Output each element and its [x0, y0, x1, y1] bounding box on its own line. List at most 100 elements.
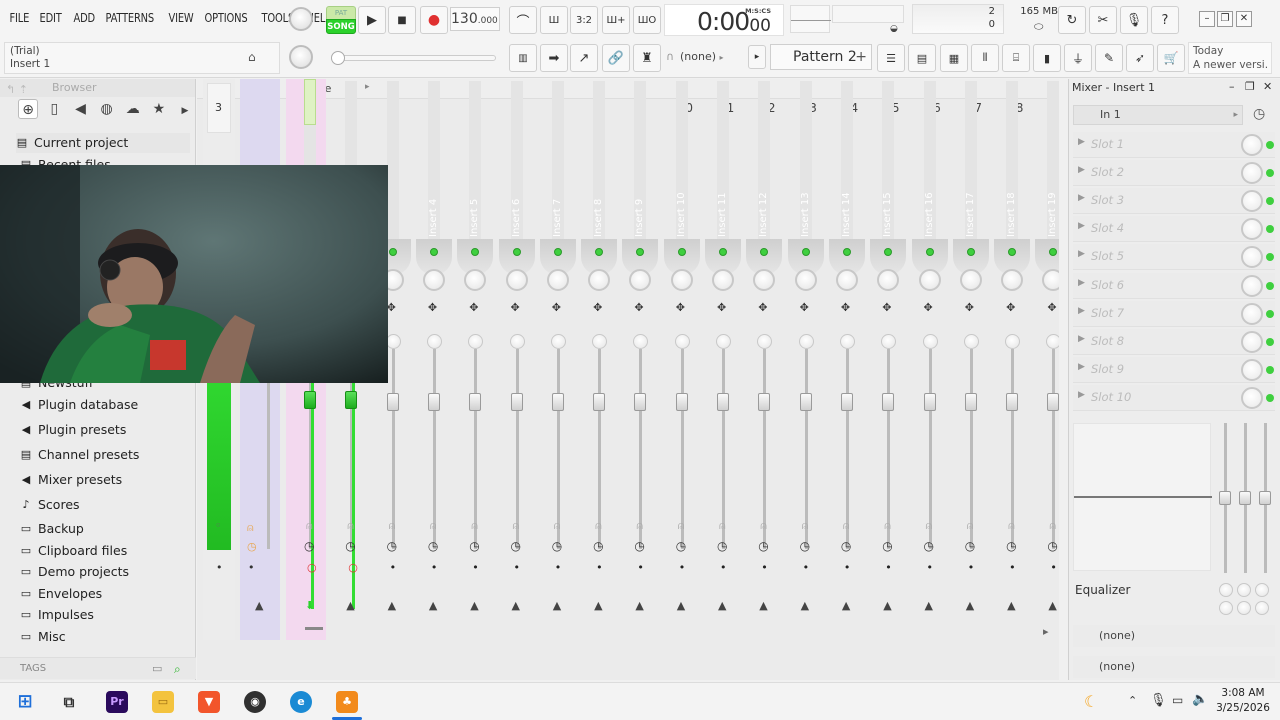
master-pitch-knob[interactable] [289, 45, 313, 69]
microphone-button[interactable]: 🎙 [1120, 6, 1148, 34]
insert-5-route-dot[interactable]: • [472, 561, 479, 574]
browser-item-mixer-presets[interactable]: ◀ Mixer presets [20, 470, 122, 490]
insert-8-latency-icon[interactable]: ◷ [593, 539, 603, 553]
record-button[interactable]: ● [420, 6, 448, 34]
insert-18-send-arrow[interactable]: ▲ [1007, 599, 1015, 612]
insert-4-send-arrow[interactable]: ▲ [429, 599, 437, 612]
windows-start-icon[interactable]: ⊞ [14, 691, 36, 713]
slot-enable-led[interactable] [1266, 337, 1274, 346]
insert-9-stereo-icon[interactable]: ✥ [634, 301, 643, 314]
insert-12-arm-icon[interactable]: ⍝ [760, 519, 767, 533]
insert-8-stereo-knob[interactable] [592, 334, 608, 349]
menu-file[interactable]: FILE [6, 8, 33, 30]
insert-2-volume-fader[interactable] [345, 391, 358, 409]
insert-8-send-arrow[interactable]: ▲ [594, 599, 602, 612]
slot-mix-knob[interactable] [1241, 190, 1263, 213]
insert-10-volume-fader[interactable] [675, 393, 688, 411]
insert-10-latency-icon[interactable]: ◷ [676, 539, 686, 553]
chevron-right-icon[interactable]: ▶ [1078, 249, 1085, 259]
insert-6-stereo-icon[interactable]: ✥ [511, 301, 520, 314]
mixer-scrollbar[interactable] [305, 627, 323, 630]
insert-4-route-dot[interactable]: • [431, 561, 438, 574]
eq-knob-1[interactable] [1219, 583, 1233, 597]
insert-6-volume-fader[interactable] [510, 393, 523, 411]
insert-19-stereo-knob[interactable] [1046, 334, 1059, 349]
slot-enable-led[interactable] [1266, 225, 1274, 234]
master-arm-icon[interactable]: ◦ [215, 519, 222, 532]
insert-5-send-arrow[interactable]: ▲ [470, 599, 478, 612]
menu-add[interactable]: ADD [70, 8, 99, 30]
insert-13-stereo-knob[interactable] [798, 334, 814, 349]
chevron-right-icon[interactable]: ▶ [1078, 165, 1085, 175]
master-send-arrow[interactable]: ▲ [255, 599, 263, 612]
plugin-picker-button[interactable]: ⏚ [1064, 44, 1092, 72]
pat-song-switch[interactable]: PAT SONG [326, 6, 356, 34]
insert-12-volume-fader[interactable] [758, 393, 771, 411]
slot-mix-knob[interactable] [1241, 218, 1263, 241]
insert-12-pan-knob[interactable] [753, 269, 776, 291]
slot-mix-knob[interactable] [1241, 386, 1263, 409]
song-mode[interactable]: SONG [326, 19, 356, 34]
project-filter-button[interactable]: ▯ [44, 99, 64, 119]
insert-13-mute-led[interactable] [801, 248, 810, 256]
insert-16-mute-led[interactable] [925, 248, 934, 256]
insert-13-stereo-icon[interactable]: ✥ [800, 301, 809, 314]
insert-16-send-arrow[interactable]: ▲ [925, 599, 933, 612]
eq-low-slider[interactable] [1219, 491, 1231, 505]
close-icon[interactable]: ✕ [1263, 80, 1272, 93]
effect-slot-10[interactable]: ▶ Slot 10 [1073, 384, 1275, 411]
effect-slot-5[interactable]: ▶ Slot 5 [1073, 244, 1275, 271]
eq-graph[interactable] [1073, 423, 1212, 571]
slot-mix-knob[interactable] [1241, 330, 1263, 353]
insert-3-mute-led[interactable] [388, 248, 397, 256]
insert-12-stereo-icon[interactable]: ✥ [758, 301, 767, 314]
insert-18-arm-icon[interactable]: ⍝ [1008, 519, 1015, 533]
effect-slot-6[interactable]: ▶ Slot 6 [1073, 272, 1275, 299]
task-view-icon[interactable]: ⧉ [58, 691, 80, 713]
insert-16-stereo-icon[interactable]: ✥ [924, 301, 933, 314]
folder-icon[interactable]: ▭ [152, 658, 162, 680]
metronome-button[interactable]: ⌒ [509, 6, 537, 34]
slot-enable-led[interactable] [1266, 141, 1274, 149]
add-pattern-button[interactable]: + [855, 45, 867, 69]
insert-17-arm-icon[interactable]: ⍝ [967, 519, 974, 533]
insert-14-route-dot[interactable]: • [844, 561, 851, 574]
insert-15-stereo-knob[interactable] [881, 334, 897, 349]
piano-roll-button[interactable]: ▥ [509, 44, 537, 72]
slot-mix-knob[interactable] [1241, 358, 1263, 381]
maximize-icon[interactable]: ❐ [1245, 80, 1255, 93]
insert-18-latency-icon[interactable]: ◷ [1006, 539, 1016, 553]
premiere-pro-icon[interactable]: Pr [106, 691, 128, 713]
insert-17-volume-fader[interactable] [964, 393, 977, 411]
insert-2-route-dot[interactable]: ○ [348, 561, 358, 574]
chevron-right-icon[interactable]: ▶ [1078, 278, 1085, 288]
insert-11-route-dot[interactable]: • [720, 561, 727, 574]
slot-enable-led[interactable] [1266, 197, 1274, 206]
insert-10-stereo-knob[interactable] [674, 334, 690, 349]
insert-16-latency-icon[interactable]: ◷ [924, 539, 934, 553]
insert-17-pan-knob[interactable] [959, 269, 982, 291]
insert-14-arm-icon[interactable]: ⍝ [843, 519, 850, 533]
chevron-right-icon[interactable]: ▶ [1078, 390, 1085, 400]
menu-edit[interactable]: EDIT [36, 8, 65, 30]
insert-9-pan-knob[interactable] [629, 269, 652, 291]
insert-1-latency-icon[interactable]: ◷ [304, 539, 314, 553]
browser-item-backup[interactable]: ▭ Backup [20, 519, 84, 539]
insert-7-volume-fader[interactable] [551, 393, 564, 411]
insert-19-volume-fader[interactable] [1047, 393, 1059, 411]
step-edit-button[interactable]: Ш+ [602, 6, 630, 34]
eq-knob-5[interactable] [1237, 601, 1251, 615]
insert-3-send-arrow[interactable]: ▲ [388, 599, 396, 612]
eq-mid-slider[interactable] [1239, 491, 1251, 505]
insert-5-latency-icon[interactable]: ◷ [469, 539, 479, 553]
slot-mix-knob[interactable] [1241, 302, 1263, 325]
search-icon[interactable]: ⌕ [174, 658, 181, 680]
insert-11-pan-knob[interactable] [712, 269, 734, 291]
insert-2-send-arrow[interactable]: ▲ [346, 599, 354, 612]
insert-19-send-arrow[interactable]: ▲ [1048, 599, 1056, 612]
chevron-right-icon[interactable]: ▸ [365, 82, 370, 92]
help-button[interactable]: ? [1151, 6, 1179, 34]
tempo-display[interactable]: 130.000 [450, 7, 500, 31]
menu-patterns[interactable]: PATTERNS [102, 8, 158, 30]
master-volume-slider[interactable] [331, 51, 496, 65]
